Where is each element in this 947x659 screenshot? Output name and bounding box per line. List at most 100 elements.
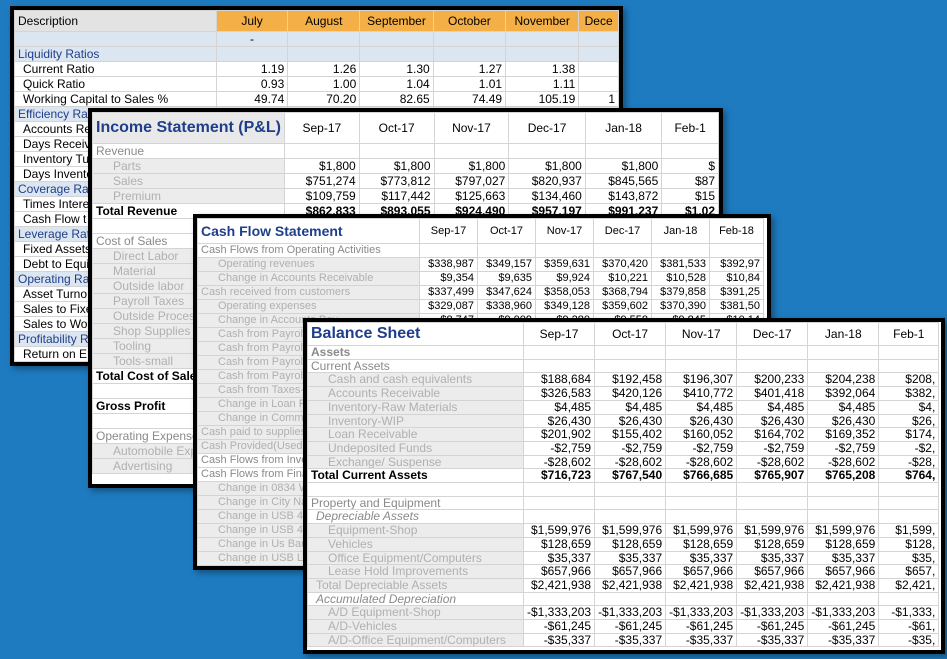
value-cell[interactable] [578,61,619,77]
row-label[interactable]: Inventory-Raw Materials [307,399,524,415]
value-cell[interactable]: $1,599,976 [522,523,596,538]
description-header[interactable]: Description [14,10,217,32]
row-label[interactable]: Vehicles [307,536,524,552]
value-cell[interactable]: $657,966 [736,564,809,579]
value-cell[interactable]: $1,800 [584,158,663,174]
value-cell[interactable]: $134,460 [508,188,586,204]
row-label[interactable]: Premium [92,188,285,204]
value-cell[interactable]: $164,702 [736,427,809,442]
value-cell[interactable] [878,345,940,360]
value-cell[interactable]: $797,027 [433,173,510,189]
value-cell[interactable] [594,482,667,497]
value-cell[interactable]: $128,659 [594,536,667,552]
value-cell[interactable]: $773,812 [358,173,435,189]
value-cell[interactable]: $657,966 [665,564,738,579]
value-cell[interactable]: $128,659 [522,536,596,552]
value-cell[interactable]: $765,907 [736,468,809,484]
value-cell[interactable]: $26,430 [807,413,880,429]
month-header[interactable]: Sep-17 [522,322,596,346]
value-cell[interactable] [283,143,360,159]
value-cell[interactable] [736,495,809,511]
month-header[interactable]: Dece [578,10,619,32]
value-cell[interactable] [508,143,586,159]
value-cell[interactable]: $35,337 [665,550,738,566]
month-header[interactable]: Jan-18 [584,112,663,144]
value-cell[interactable]: 1.11 [505,76,580,92]
value-cell[interactable]: $337,499 [419,285,478,300]
value-cell[interactable]: $87 [661,173,719,189]
row-label[interactable]: Quick Ratio [14,76,217,92]
value-cell[interactable]: -$35, [878,632,940,648]
value-cell[interactable]: -$61,245 [522,619,596,634]
row-label[interactable]: Current Ratio [14,61,217,77]
value-cell[interactable]: $1,599,976 [807,523,880,538]
value-cell[interactable] [522,358,596,374]
value-cell[interactable] [594,509,667,525]
value-cell[interactable]: -$2, [878,440,940,456]
value-cell[interactable]: $1,599,976 [736,523,809,538]
value-cell[interactable]: $401,418 [736,386,809,401]
value-cell[interactable]: $9,924 [535,271,594,286]
value-cell[interactable]: $35,337 [522,550,596,566]
value-cell[interactable] [594,345,667,360]
value-cell[interactable]: 70.20 [287,91,361,107]
value-cell[interactable] [287,46,361,62]
value-cell[interactable]: $751,274 [283,173,360,189]
value-cell[interactable]: $392,97 [709,257,764,272]
value-cell[interactable]: $10,221 [593,271,652,286]
row-label[interactable]: Assets [307,345,524,360]
value-cell[interactable]: $820,937 [508,173,586,189]
value-cell[interactable] [584,143,663,159]
value-cell[interactable]: -$1,333,203 [807,605,880,621]
value-cell[interactable]: -$2,759 [807,440,880,456]
month-header[interactable]: Dec-17 [508,112,586,144]
month-header[interactable]: Feb-1 [878,322,940,346]
month-header[interactable]: Jan-18 [651,218,710,244]
month-header[interactable]: October [432,10,507,32]
value-cell[interactable]: 1.00 [287,76,361,92]
value-cell[interactable]: $10,528 [651,271,710,286]
value-cell[interactable]: $657, [878,564,940,579]
value-cell[interactable] [522,495,596,511]
value-cell[interactable]: -$35,337 [807,632,880,648]
value-cell[interactable]: $4,485 [594,399,667,415]
value-cell[interactable]: $169,352 [807,427,880,442]
value-cell[interactable] [594,495,667,511]
value-cell[interactable]: -$28,602 [665,454,738,470]
value-cell[interactable]: $2,421,938 [736,577,809,593]
value-cell[interactable] [665,358,738,374]
value-cell[interactable]: $208, [878,372,940,388]
value-cell[interactable] [594,358,667,374]
value-cell[interactable]: -$35,337 [665,632,738,648]
value-cell[interactable]: $349,157 [477,257,536,272]
value-cell[interactable] [878,358,940,374]
value-cell[interactable] [433,143,510,159]
value-cell[interactable]: $192,458 [594,372,667,388]
value-cell[interactable]: 105.19 [505,91,580,107]
value-cell[interactable]: 74.49 [432,91,507,107]
value-cell[interactable]: $358,053 [535,285,594,300]
value-cell[interactable]: $1,599, [878,523,940,538]
value-cell[interactable]: $125,663 [433,188,510,204]
value-cell[interactable] [807,591,880,607]
value-cell[interactable]: $657,966 [807,564,880,579]
value-cell[interactable]: -$1,333,203 [594,605,667,621]
value-cell[interactable]: $845,565 [584,173,663,189]
value-cell[interactable]: $349,128 [535,299,594,314]
row-label[interactable]: Sales [92,173,285,189]
value-cell[interactable]: $4,485 [807,399,880,415]
value-cell[interactable] [661,143,719,159]
row-label[interactable]: Cash Flows from Operating Activities [197,243,420,258]
value-cell[interactable]: $347,624 [477,285,536,300]
month-header[interactable]: Nov-17 [665,322,738,346]
value-cell[interactable]: $ [661,158,719,174]
value-cell[interactable]: 1.26 [287,61,361,77]
row-label[interactable]: Working Capital to Sales % [14,91,217,107]
row-label[interactable]: Cash and cash equivalents [307,372,524,388]
month-header[interactable]: November [505,10,580,32]
value-cell[interactable] [807,509,880,525]
value-cell[interactable]: 49.74 [215,91,289,107]
row-label[interactable]: A/D-Vehicles [307,619,524,634]
value-cell[interactable] [505,46,580,62]
row-label[interactable]: A/D-Office Equipment/Computers [307,632,524,648]
